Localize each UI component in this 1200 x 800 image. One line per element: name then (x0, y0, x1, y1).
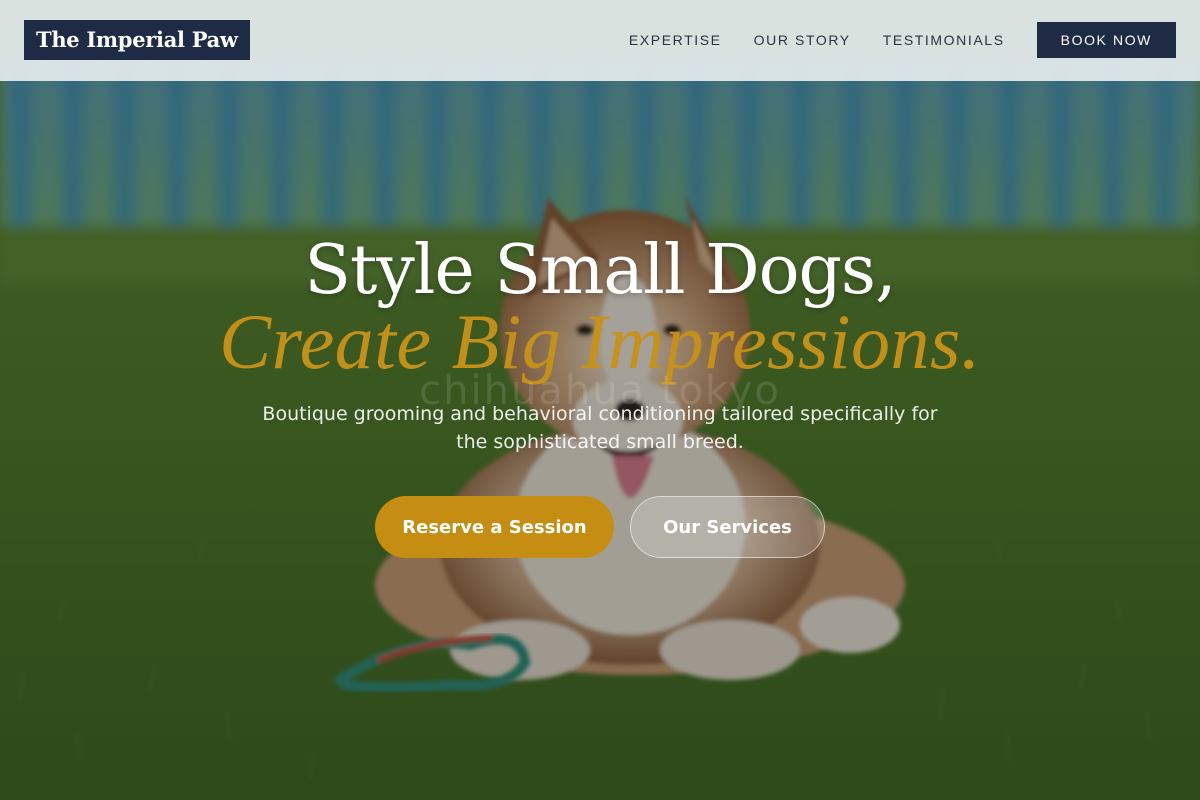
nav-link-testimonials[interactable]: TESTIMONIALS (883, 32, 1005, 48)
hero-headline-accent: Create Big Impressions. (219, 298, 981, 385)
main-nav: EXPERTISE OUR STORY TESTIMONIALS BOOK NO… (629, 22, 1176, 58)
our-services-button[interactable]: Our Services (630, 496, 825, 558)
site-header: The Imperial Paw EXPERTISE OUR STORY TES… (0, 0, 1200, 81)
book-now-button[interactable]: BOOK NOW (1036, 22, 1176, 58)
brand-logo[interactable]: The Imperial Paw (24, 20, 250, 60)
reserve-session-button[interactable]: Reserve a Session (375, 496, 614, 558)
nav-link-expertise[interactable]: EXPERTISE (629, 32, 722, 48)
hero-content: Style Small Dogs, Create Big Impressions… (0, 230, 1200, 558)
hero-subtitle: Boutique grooming and behavioral conditi… (262, 403, 938, 453)
hero-cta-group: Reserve a Session Our Services (0, 496, 1200, 558)
nav-link-our-story[interactable]: OUR STORY (754, 32, 851, 48)
